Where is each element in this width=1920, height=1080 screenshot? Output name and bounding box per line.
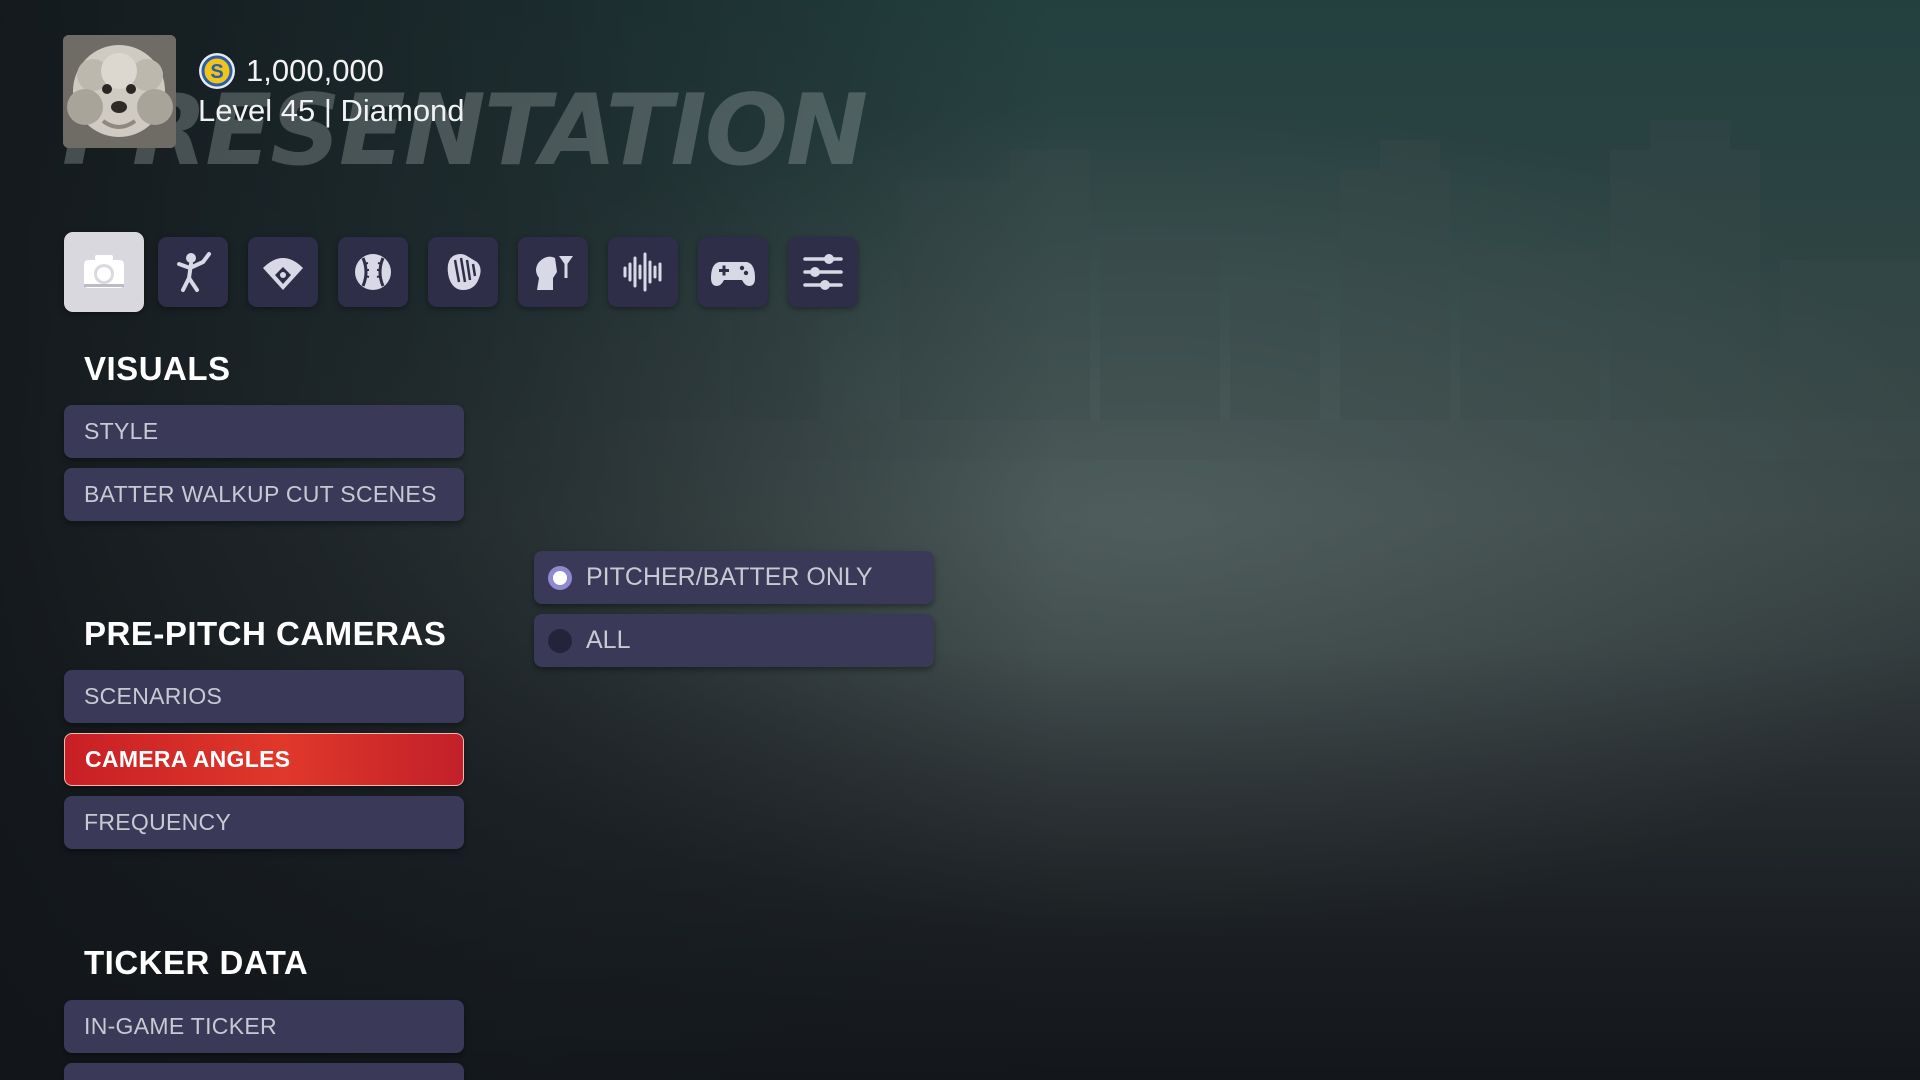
camera-icon bbox=[84, 255, 124, 288]
svg-text:S: S bbox=[210, 61, 223, 83]
menu-item-batter-walkup-cut-scenes[interactable]: BATTER WALKUP CUT SCENES bbox=[64, 468, 464, 521]
radio-selected-icon[interactable] bbox=[548, 565, 572, 590]
audio-waveform-icon bbox=[623, 252, 662, 292]
settings-category-tabs bbox=[64, 232, 858, 312]
player-level: Level 45 | Diamond bbox=[198, 93, 465, 128]
menu-item-camera-angles[interactable]: CAMERA ANGLES bbox=[64, 733, 464, 786]
tab-commentary[interactable] bbox=[518, 237, 588, 307]
baseball-field-icon bbox=[263, 258, 303, 290]
tab-advanced[interactable] bbox=[788, 237, 858, 307]
radio-unselected-icon[interactable] bbox=[548, 628, 572, 653]
fielding-glove-icon bbox=[447, 254, 481, 290]
presentation-settings-screen: PRESENTATION S 1,000,000 Level 45 | Diam… bbox=[0, 0, 1920, 1080]
baseball-icon bbox=[355, 254, 391, 290]
menu-item-frequency[interactable]: FREQUENCY bbox=[64, 796, 464, 849]
section-heading-pre-pitch-cameras: PRE-PITCH CAMERAS bbox=[84, 615, 447, 652]
tab-pitching[interactable] bbox=[338, 237, 408, 307]
stubs-coin-icon: S bbox=[199, 53, 235, 89]
dog-avatar-icon bbox=[63, 35, 176, 148]
batter-swing-icon bbox=[177, 252, 211, 292]
tab-batting[interactable] bbox=[158, 237, 228, 307]
menu-item-in-game-ticker[interactable]: IN-GAME TICKER bbox=[64, 1000, 464, 1053]
sliders-icon bbox=[803, 254, 843, 290]
tab-audio[interactable] bbox=[608, 237, 678, 307]
coin-amount: 1,000,000 bbox=[246, 53, 384, 88]
option-all[interactable]: ALL bbox=[534, 614, 934, 667]
commentary-head-icon bbox=[536, 256, 573, 290]
tab-controls[interactable] bbox=[698, 237, 768, 307]
section-heading-visuals: VISUALS bbox=[84, 350, 231, 387]
section-heading-ticker-data: TICKER DATA bbox=[84, 944, 309, 981]
menu-item-partial[interactable] bbox=[64, 1063, 464, 1080]
tab-field[interactable] bbox=[248, 237, 318, 307]
option-pitcher-batter-only[interactable]: PITCHER/BATTER ONLY bbox=[534, 551, 934, 604]
avatar[interactable] bbox=[63, 35, 176, 148]
option-label: PITCHER/BATTER ONLY bbox=[586, 563, 873, 591]
gamepad-icon bbox=[711, 262, 755, 286]
option-label: ALL bbox=[586, 626, 631, 654]
tab-fielding[interactable] bbox=[428, 237, 498, 307]
coin-balance: S 1,000,000 bbox=[198, 52, 384, 90]
tab-camera[interactable] bbox=[64, 232, 144, 312]
menu-item-scenarios[interactable]: SCENARIOS bbox=[64, 670, 464, 723]
menu-item-style[interactable]: STYLE bbox=[64, 405, 464, 458]
